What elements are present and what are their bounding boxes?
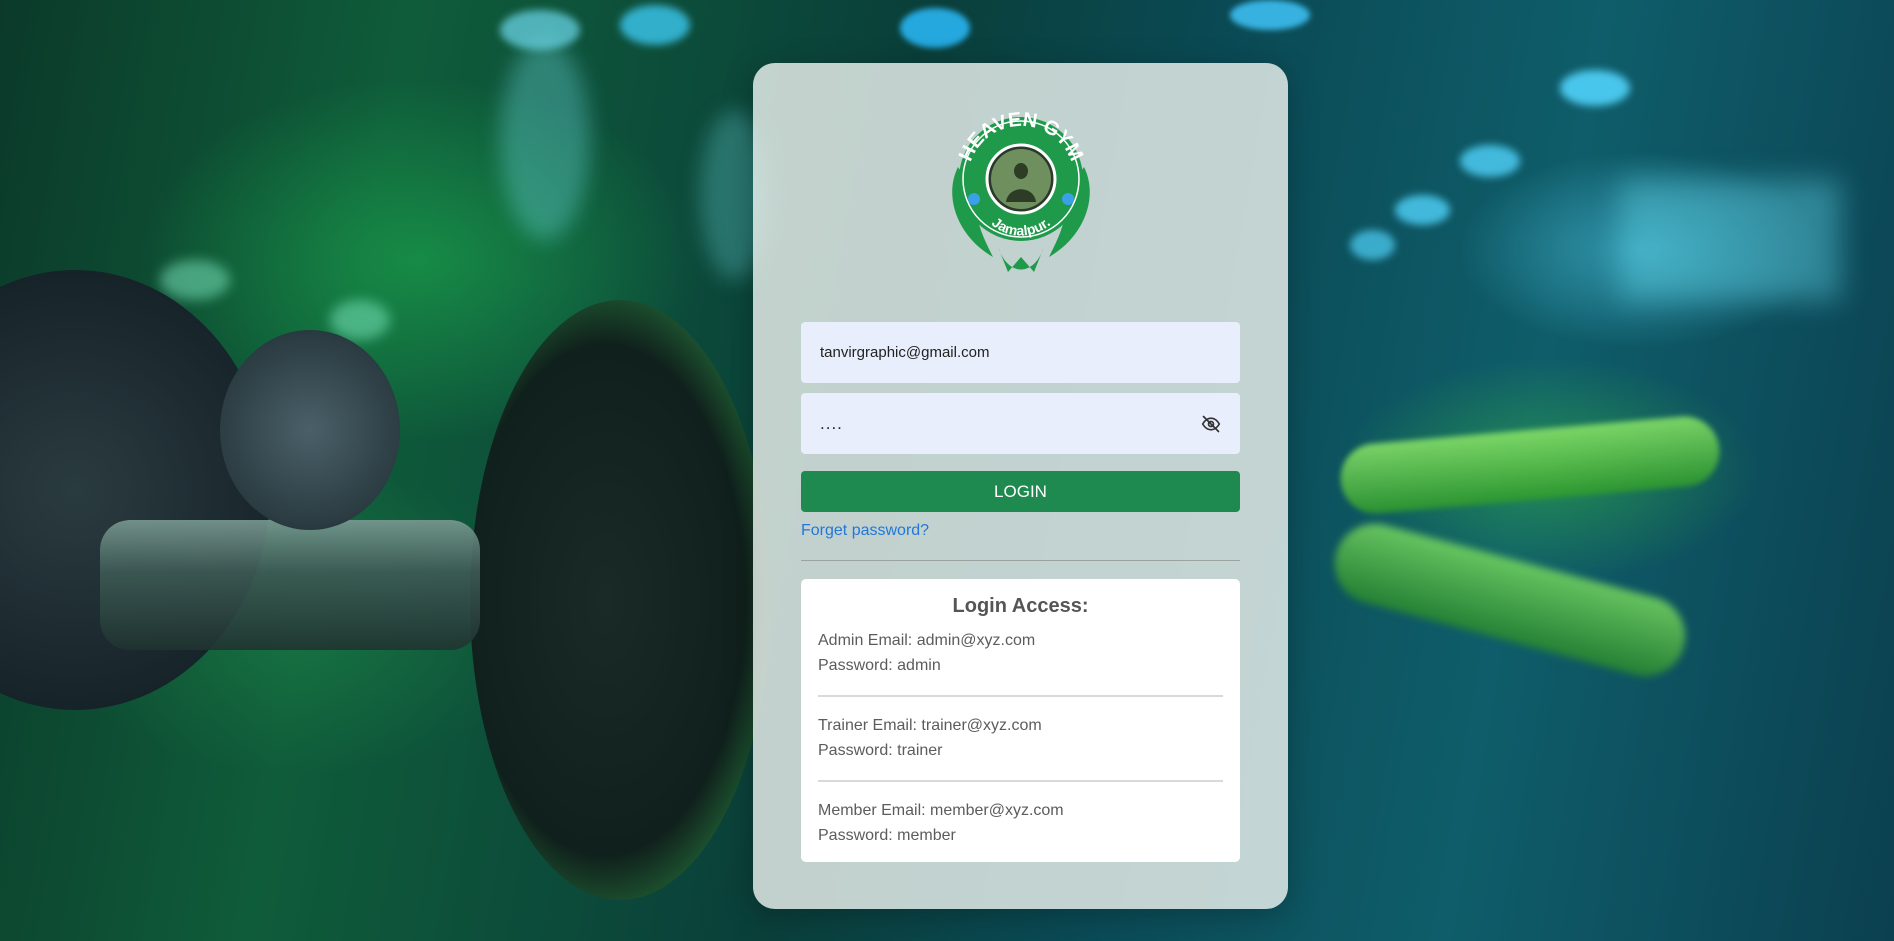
trainer-password-text: Password: trainer [818, 742, 943, 759]
email-field-container [801, 322, 1240, 383]
login-access-panel: Login Access: Admin Email: admin@xyz.com… [801, 579, 1240, 862]
divider [818, 695, 1223, 697]
heaven-gym-logo: HEAVEN GYM Jamalpur. [952, 109, 1090, 272]
member-email-text: Member Email: member@xyz.com [818, 802, 1064, 819]
login-card: HEAVEN GYM Jamalpur. LOGIN Forget passwo… [753, 63, 1288, 909]
eye-off-icon[interactable] [1199, 412, 1223, 436]
member-password-text: Password: member [818, 827, 956, 844]
password-input[interactable] [818, 412, 1199, 435]
trainer-email-text: Trainer Email: trainer@xyz.com [818, 717, 1042, 734]
password-field-container [801, 393, 1240, 454]
divider [801, 560, 1240, 561]
email-input[interactable] [818, 343, 1223, 362]
forgot-password-link[interactable]: Forget password? [801, 522, 929, 540]
divider [818, 780, 1223, 782]
login-access-title: Login Access: [952, 595, 1089, 617]
login-button[interactable]: LOGIN [801, 471, 1240, 512]
admin-password-text: Password: admin [818, 657, 941, 674]
admin-email-text: Admin Email: admin@xyz.com [818, 632, 1036, 649]
